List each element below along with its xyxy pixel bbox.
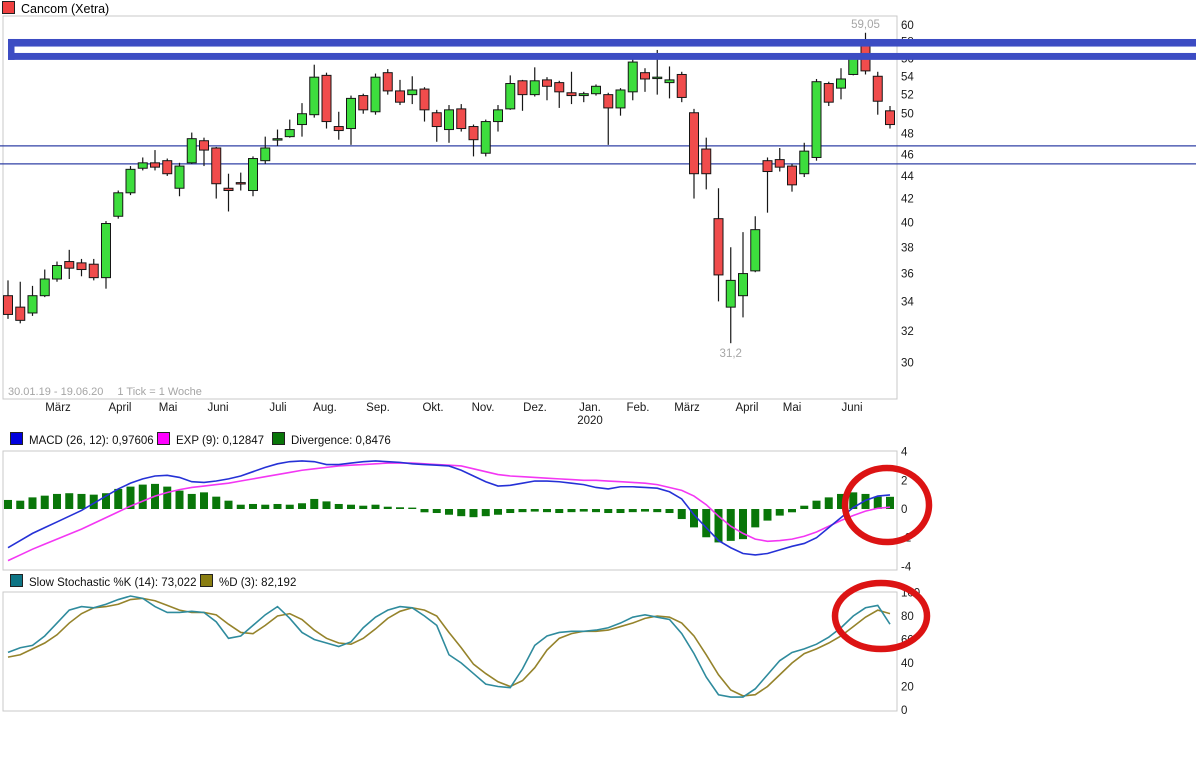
svg-text:Feb.: Feb. [626, 402, 649, 414]
macd-swatch-icon [10, 432, 23, 445]
svg-text:Mai: Mai [159, 402, 178, 414]
date-range-label: 30.01.19 - 19.06.20 [8, 386, 103, 398]
price-y-axis: 60585654525048464442403836343230 [901, 20, 914, 369]
svg-text:52: 52 [901, 90, 914, 102]
svg-text:Jan.: Jan. [579, 402, 601, 414]
tick-resolution-label: 1 Tick = 1 Woche [117, 386, 201, 398]
svg-text:48: 48 [901, 129, 914, 141]
svg-text:2: 2 [901, 475, 907, 487]
svg-text:April: April [108, 402, 131, 414]
macd-y-axis: 420-2-4 [901, 447, 912, 574]
svg-text:Juni: Juni [207, 402, 228, 414]
svg-text:50: 50 [901, 109, 914, 121]
svg-text:März: März [45, 402, 71, 414]
svg-text:Dez.: Dez. [523, 402, 547, 414]
svg-text:April: April [735, 402, 758, 414]
svg-text:4: 4 [901, 447, 908, 459]
chart-canvas: 60585654525048464442403836343230MärzApri… [0, 0, 1196, 768]
chart-header: Cancom (Xetra) [2, 1, 109, 16]
svg-text:Okt.: Okt. [422, 402, 443, 414]
svg-text:Juli: Juli [269, 402, 286, 414]
exp-legend-label: EXP (9): 0,12847 [176, 435, 264, 447]
divergence-swatch-icon [272, 432, 285, 445]
chart-title: Cancom (Xetra) [21, 2, 109, 16]
svg-text:März: März [674, 402, 700, 414]
svg-text:Nov.: Nov. [472, 402, 495, 414]
svg-text:42: 42 [901, 194, 914, 206]
stoch-d-swatch-icon [200, 574, 213, 587]
svg-text:46: 46 [901, 149, 914, 161]
svg-text:Aug.: Aug. [313, 402, 337, 414]
exp-legend-item: EXP (9): 0,12847 [157, 432, 264, 447]
price-x-axis: März April Mai Juni Juli Aug. Sep. Okt. Nov. Dez.… [45, 402, 862, 427]
svg-text:Sep.: Sep. [366, 402, 390, 414]
svg-text:60: 60 [901, 20, 914, 32]
stoch-k-legend-label: Slow Stochastic %K (14): 73,022 [29, 577, 196, 589]
svg-text:30: 30 [901, 357, 914, 369]
svg-text:-4: -4 [901, 561, 912, 573]
chart-screenshot: { "header": { "title": "Cancom (Xetra)",… [0, 0, 1196, 768]
macd-legend-item: MACD (26, 12): 0,97606 [10, 432, 154, 447]
exp-swatch-icon [157, 432, 170, 445]
svg-text:44: 44 [901, 171, 914, 183]
svg-text:34: 34 [901, 296, 914, 308]
svg-text:40: 40 [901, 217, 914, 229]
svg-text:0: 0 [901, 705, 907, 717]
svg-text:40: 40 [901, 658, 914, 670]
svg-text:20: 20 [901, 682, 914, 694]
series-swatch-icon [2, 1, 15, 14]
svg-text:0: 0 [901, 504, 907, 516]
svg-text:2020: 2020 [577, 415, 603, 427]
svg-text:32: 32 [901, 326, 914, 338]
svg-text:59,05: 59,05 [851, 19, 880, 31]
stoch-d-legend-item: %D (3): 82,192 [200, 574, 296, 589]
stoch-k-legend-item: Slow Stochastic %K (14): 73,022 [10, 574, 196, 589]
svg-text:Mai: Mai [783, 402, 802, 414]
svg-text:36: 36 [901, 269, 914, 281]
svg-text:Juni: Juni [841, 402, 862, 414]
svg-text:38: 38 [901, 242, 914, 254]
price-chart-footnote: 30.01.19 - 19.06.20 1 Tick = 1 Woche [8, 386, 202, 398]
svg-text:80: 80 [901, 611, 914, 623]
stochastic-y-axis: 100806040200 [901, 588, 920, 718]
svg-text:31,2: 31,2 [720, 348, 742, 360]
divergence-legend-label: Divergence: 0,8476 [291, 435, 391, 447]
macd-legend-label: MACD (26, 12): 0,97606 [29, 435, 154, 447]
stoch-k-swatch-icon [10, 574, 23, 587]
svg-text:54: 54 [901, 71, 914, 83]
stoch-d-legend-label: %D (3): 82,192 [219, 577, 296, 589]
divergence-legend-item: Divergence: 0,8476 [272, 432, 391, 447]
